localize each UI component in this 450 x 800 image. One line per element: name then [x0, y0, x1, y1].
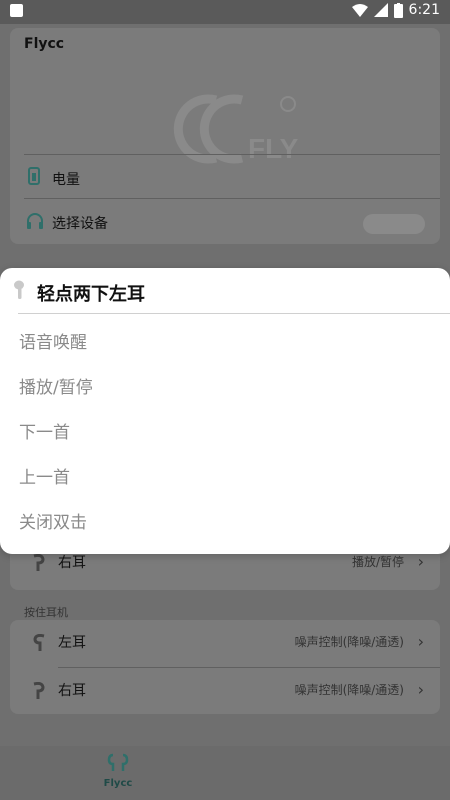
dialog-divider — [18, 313, 450, 314]
chevron-right-icon: › — [417, 680, 424, 699]
nav-item-flycc[interactable]: Flycc — [98, 752, 138, 789]
double-tap-left-dialog: 轻点两下左耳 语音唤醒 播放/暂停 下一首 上一首 关闭双击 — [0, 268, 450, 554]
press-hold-card: 左耳 噪声控制(降噪/通透) › 右耳 噪声控制(降噪/通透) › — [10, 620, 440, 714]
option-label: 播放/暂停 — [19, 378, 93, 398]
right-ear-value: 噪声控制(降噪/通透) — [294, 683, 404, 697]
option-voice-wake[interactable]: 语音唤醒 — [0, 320, 450, 360]
right-ear-label: 右耳 — [58, 555, 86, 571]
bottom-nav: Flycc — [0, 746, 450, 800]
wifi-icon — [351, 4, 368, 17]
battery-status-icon — [393, 2, 403, 18]
earbud-icon — [33, 634, 45, 651]
option-disable-double-tap[interactable]: 关闭双击 — [0, 500, 450, 540]
select-device-label[interactable]: 选择设备 — [52, 213, 108, 233]
status-bar: 6:21 — [0, 0, 450, 24]
option-previous-track[interactable]: 上一首 — [0, 455, 450, 495]
status-time: 6:21 — [408, 2, 440, 18]
headphones-icon — [27, 213, 43, 229]
notification-icon — [10, 4, 23, 17]
device-card: Flycc FLY 电量 选择设备 — [10, 28, 440, 244]
option-label: 上一首 — [19, 468, 70, 488]
option-label: 关闭双击 — [19, 513, 87, 533]
chevron-right-icon: › — [417, 632, 424, 651]
press-hold-section-title: 按住耳机 — [24, 606, 68, 619]
option-next-track[interactable]: 下一首 — [0, 410, 450, 450]
option-label: 下一首 — [19, 423, 70, 443]
earbud-icon — [33, 682, 45, 699]
battery-label: 电量 — [52, 172, 80, 188]
card-divider — [24, 198, 440, 199]
svg-text:FLY: FLY — [248, 133, 299, 164]
left-ear-label: 左耳 — [58, 635, 86, 651]
select-device-pill[interactable] — [363, 214, 425, 234]
right-ear-value: 播放/暂停 — [351, 555, 404, 569]
flycc-logo: FLY — [173, 94, 299, 164]
chevron-right-icon: › — [417, 552, 424, 571]
nav-label-flycc: Flycc — [103, 778, 133, 789]
right-ear-label: 右耳 — [58, 683, 86, 699]
earbuds-icon — [107, 753, 129, 771]
device-title: Flycc — [24, 36, 65, 52]
earbud-icon — [14, 280, 24, 299]
earbud-icon — [33, 554, 45, 571]
left-ear-value: 噪声控制(降噪/通透) — [294, 635, 404, 649]
dialog-header: 轻点两下左耳 — [0, 268, 450, 314]
press-hold-left-row[interactable]: 左耳 噪声控制(降噪/通透) › — [10, 620, 440, 664]
option-play-pause[interactable]: 播放/暂停 — [0, 365, 450, 405]
card-divider — [24, 154, 440, 155]
press-hold-right-row[interactable]: 右耳 噪声控制(降噪/通透) › — [10, 668, 440, 712]
signal-icon — [373, 3, 388, 17]
dialog-title: 轻点两下左耳 — [37, 284, 145, 305]
option-label: 语音唤醒 — [19, 333, 87, 353]
battery-icon — [28, 167, 40, 185]
